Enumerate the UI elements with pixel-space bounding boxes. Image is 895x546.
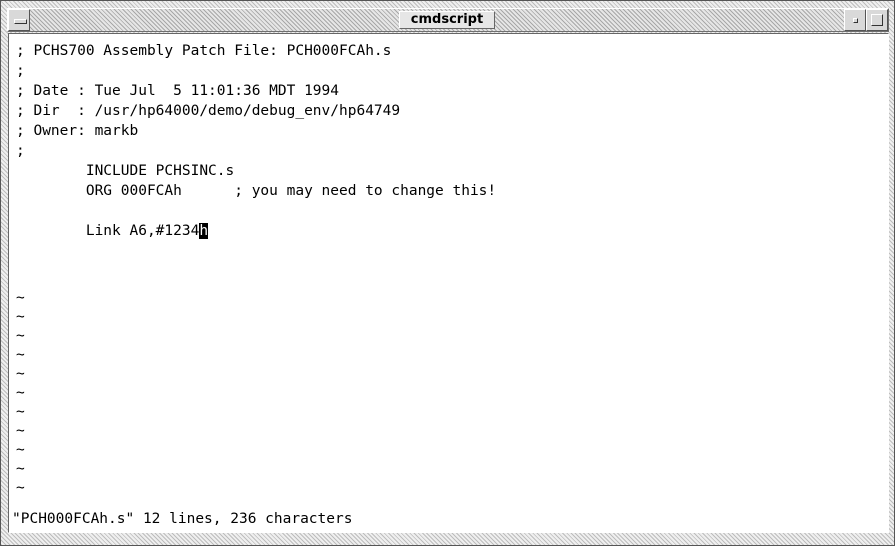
terminal-window: cmdscript ; PCHS700 Assembly Patch File:… — [0, 0, 895, 546]
empty-line-tilde: ~ — [16, 290, 25, 306]
text-line: ORG 000FCAh ; you may need to change thi… — [16, 183, 497, 199]
window-title: cmdscript — [399, 11, 495, 29]
text-line: ; Date : Tue Jul 5 11:01:36 MDT 1994 — [16, 83, 340, 99]
empty-line-tilde: ~ — [16, 480, 25, 496]
window-menu-icon — [14, 19, 27, 24]
empty-line-tilde: ~ — [16, 461, 25, 477]
text-line: ; — [16, 63, 25, 79]
empty-line-tilde: ~ — [16, 309, 25, 325]
text-line: ; Owner: markb — [16, 123, 139, 139]
empty-line-tilde: ~ — [16, 366, 25, 382]
empty-line-tilde: ~ — [16, 404, 25, 420]
text-line-with-cursor: Link A6,#1234h — [16, 221, 209, 241]
text-line: Link A6,#1234 — [16, 223, 200, 239]
text-line: ; — [16, 143, 25, 159]
window-menu-button[interactable] — [8, 9, 30, 31]
minimize-button[interactable] — [844, 9, 866, 31]
empty-line-tilde: ~ — [16, 423, 25, 439]
title-bar[interactable]: cmdscript — [7, 8, 889, 32]
status-line: "PCH000FCAh.s" 12 lines, 236 characters — [12, 511, 353, 527]
empty-line-tilde: ~ — [16, 385, 25, 401]
minimize-icon — [853, 18, 858, 23]
maximize-icon — [871, 14, 883, 26]
text-line: ; PCHS700 Assembly Patch File: PCH000FCA… — [16, 43, 392, 59]
text-line: ; Dir : /usr/hp64000/demo/debug_env/hp64… — [16, 103, 401, 119]
empty-line-tilde: ~ — [16, 347, 25, 363]
text-line: INCLUDE PCHSINC.s — [16, 163, 235, 179]
text-cursor: h — [199, 223, 209, 239]
maximize-button[interactable] — [866, 9, 888, 31]
editor-text-area[interactable]: ; PCHS700 Assembly Patch File: PCH000FCA… — [8, 33, 889, 533]
empty-line-tilde: ~ — [16, 328, 25, 344]
empty-line-tilde: ~ — [16, 442, 25, 458]
